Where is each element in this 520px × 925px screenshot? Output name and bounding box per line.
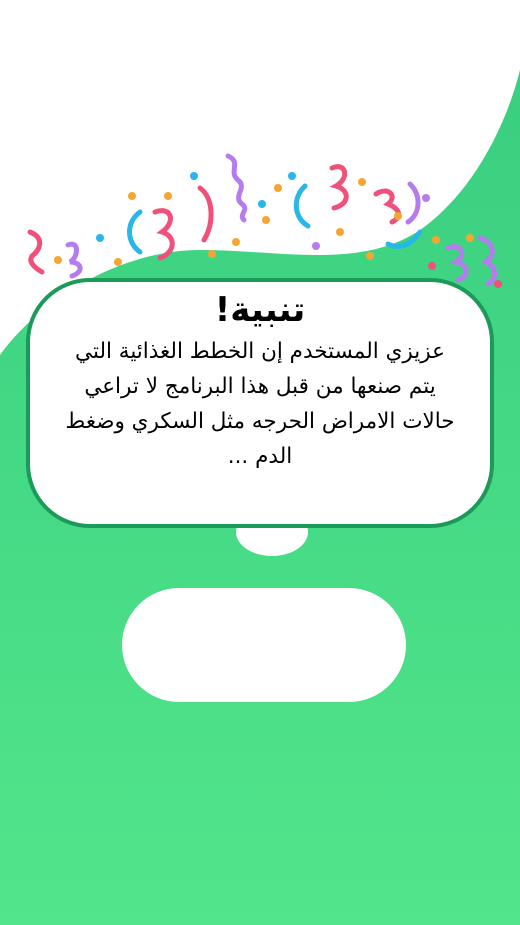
- confetti-squiggle: [477, 235, 497, 287]
- confetti-squiggle: [329, 164, 349, 211]
- confetti-dots: [54, 172, 502, 288]
- confetti-squiggle: [405, 181, 421, 225]
- warning-message: عزيزي المستخدم إن الخطط الغذائية التي يت…: [65, 339, 455, 469]
- confetti-squiggle: [445, 244, 469, 283]
- warning-title: تنبية!: [214, 290, 306, 330]
- confetti-squiggle: [225, 153, 248, 223]
- confetti-squiggle: [127, 209, 143, 255]
- confetti-squiggle: [385, 229, 423, 249]
- confetti-squiggle: [152, 208, 175, 261]
- confetti-squiggle: [293, 183, 311, 229]
- confetti-squiggle: [65, 241, 83, 279]
- dismiss-button[interactable]: [122, 588, 406, 702]
- confetti-squiggle: [197, 185, 214, 243]
- warning-dialog: تنبية! عزيزي المستخدم إن الخطط الغذائية …: [26, 278, 494, 528]
- confetti-decoration: [27, 153, 502, 288]
- alert-screen: تنبية! عزيزي المستخدم إن الخطط الغذائية …: [0, 0, 520, 925]
- confetti-squiggle: [27, 229, 45, 275]
